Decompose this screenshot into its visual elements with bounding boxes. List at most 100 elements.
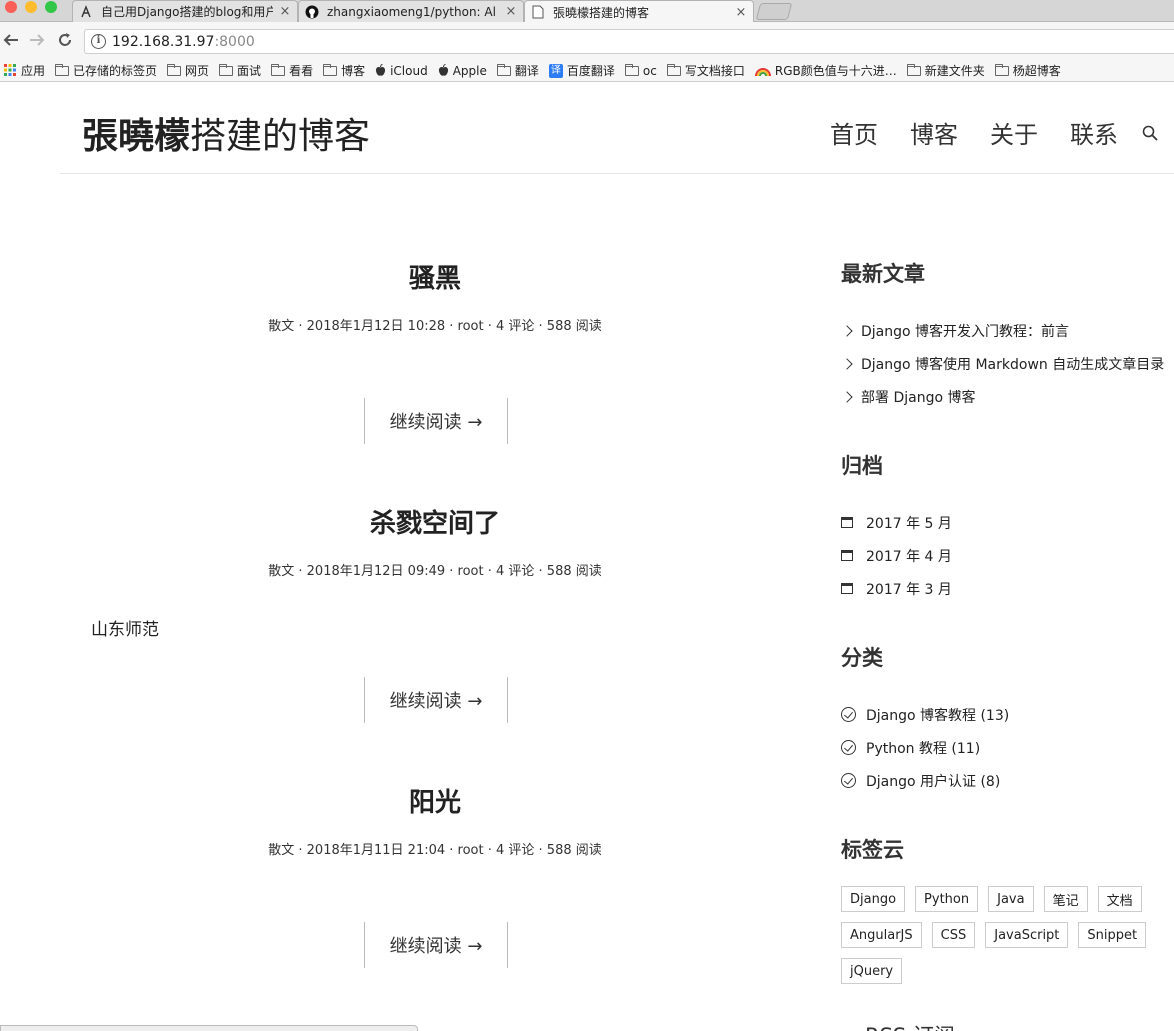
post-title[interactable]: 阳光 [90,782,780,819]
tag-item[interactable]: 文档 [1097,886,1142,912]
archive-link[interactable]: 2017 年 3 月 [866,579,952,599]
bookmark-item[interactable]: oc [624,63,657,78]
tab-github[interactable]: zhangxiaomeng1/python: Al × [298,0,524,22]
address-host: 192.168.31.97 [112,33,215,50]
recent-post-item[interactable]: 部署 Django 博客 [841,380,1171,413]
bookmark-item[interactable]: 网页 [167,62,209,79]
rss-title[interactable]: RSS 订阅 [865,1020,955,1031]
recent-post-link[interactable]: Django 博客使用 Markdown 自动生成文章目录 [861,354,1164,374]
tag-item[interactable]: CSS [931,922,976,948]
category-item[interactable]: Django 用户认证 (8) [841,764,1171,797]
bookmark-item[interactable]: 写文档接口 [666,62,745,79]
post-title[interactable]: 杀戮空间了 [90,503,780,540]
tag-item[interactable]: JavaScript [985,922,1069,948]
tab-title: 張曉檬搭建的博客 [553,5,650,20]
folder-icon [666,63,681,76]
close-tab-icon[interactable]: × [735,5,747,20]
nav-about[interactable]: 关于 [990,115,1038,150]
post-meta: 散文 · 2018年1月12日 10:28 · root · 4 评论 · 58… [268,319,602,334]
close-window-button[interactable] [5,1,17,13]
bookmark-item[interactable]: iCloud [375,64,428,78]
page-icon [531,5,545,19]
read-more-button[interactable]: 继续阅读 → [364,922,508,968]
bookmark-item[interactable]: 译百度翻译 [548,62,615,79]
read-more-button[interactable]: 继续阅读 → [364,677,508,723]
folder-icon [323,63,338,76]
nav-home[interactable]: 首页 [830,115,878,150]
bookmark-item[interactable]: 已存储的标签页 [55,62,157,79]
tab-title: 自己用Django搭建的blog和用户 [101,5,273,19]
tab-zhangxiaomeng-blog[interactable]: 張曉檬搭建的博客 × [524,0,754,23]
bookmark-item[interactable]: 应用 [4,62,45,79]
bookmark-item[interactable]: RGB颜色值与十六进… [754,62,897,79]
bookmark-item[interactable]: 翻译 [496,62,539,79]
address-bar[interactable]: i 192.168.31.97:8000 [84,29,1174,54]
close-tab-icon[interactable]: × [505,4,517,19]
reload-icon[interactable] [56,31,74,54]
recent-post-item[interactable]: Django 博客使用 Markdown 自动生成文章目录 [841,347,1171,380]
bookmark-item[interactable]: 新建文件夹 [906,62,985,79]
bookmark-label: oc [642,63,657,78]
category-link[interactable]: Django 用户认证 (8) [866,771,1000,791]
tag-item[interactable]: Snippet [1078,922,1147,948]
forward-arrow-icon[interactable] [28,31,46,54]
recent-post-item[interactable]: Django 博客开发入门教程：前言 [841,314,1171,347]
search-icon[interactable] [1142,125,1158,141]
site-logo[interactable]: 張曉檬搭建的博客 [82,107,370,159]
tag-item[interactable]: Java [988,886,1034,912]
tag-item[interactable]: jQuery [841,958,903,984]
new-tab-button[interactable] [755,3,793,20]
apple-icon [375,64,386,77]
recent-posts-list: Django 博客开发入门教程：前言 Django 博客使用 Markdown … [841,314,1171,413]
archive-link[interactable]: 2017 年 5 月 [866,513,952,533]
bookmark-label: 百度翻译 [566,64,615,78]
category-link[interactable]: Django 博客教程 (13) [866,705,1009,725]
nav-blog[interactable]: 博客 [910,115,958,150]
tag-cloud: Django Python Java 笔记 文档 AngularJS CSS J… [841,886,1161,994]
info-icon[interactable]: i [91,34,106,49]
bookmark-label: 新建文件夹 [924,64,985,78]
bookmark-item[interactable]: 面试 [219,62,261,79]
translate-icon: 译 [548,63,563,78]
archive-item[interactable]: 2017 年 4 月 [841,539,1171,572]
category-link[interactable]: Python 教程 (11) [866,738,980,758]
post-title[interactable]: 骚黑 [90,258,780,295]
bookmark-item[interactable]: 看看 [271,62,313,79]
bookmark-label: 写文档接口 [684,64,745,78]
post-meta: 散文 · 2018年1月11日 21:04 · root · 4 评论 · 58… [268,843,602,858]
weibo-like-icon [79,4,93,19]
post-meta: 散文 · 2018年1月12日 09:49 · root · 4 评论 · 58… [268,564,602,579]
folder-icon [906,63,921,76]
bookmark-item[interactable]: 博客 [323,62,365,79]
sidebar-categories: 分类 Django 博客教程 (13) Python 教程 (11) Djang… [841,642,1171,797]
close-tab-icon[interactable]: × [279,4,291,19]
zoom-window-button[interactable] [45,1,57,13]
apple-icon [438,64,449,77]
bookmark-item[interactable]: Apple [438,64,487,78]
chevron-right-icon [841,390,853,403]
nav-contact[interactable]: 联系 [1070,115,1118,150]
back-arrow-icon[interactable] [2,31,20,54]
bookmark-label: 面试 [237,64,262,78]
category-item[interactable]: Django 博客教程 (13) [841,698,1171,731]
tab-django-blog[interactable]: 自己用Django搭建的blog和用户 × [72,0,298,22]
post-article: 骚黑 散文 · 2018年1月12日 10:28 · root · 4 评论 ·… [90,258,780,334]
recent-post-link[interactable]: 部署 Django 博客 [861,387,975,407]
bookmark-item[interactable]: 杨超博客 [994,62,1061,79]
bookmarks-bar: 应用 已存储的标签页 网页 面试 看看 博客 iCloud Apple 翻译译百度翻译 oc 写文档… [0,60,1174,82]
tag-item[interactable]: 笔记 [1043,886,1088,912]
minimize-window-button[interactable] [25,1,37,13]
category-item[interactable]: Python 教程 (11) [841,731,1171,764]
recent-post-link[interactable]: Django 博客开发入门教程：前言 [861,321,1069,341]
read-more-button[interactable]: 继续阅读 → [364,398,508,444]
archive-item[interactable]: 2017 年 5 月 [841,506,1171,539]
tag-item[interactable]: Django [841,886,906,912]
widget-title-archive: 归档 [841,454,883,478]
check-circle-icon [841,740,856,755]
archive-item[interactable]: 2017 年 3 月 [841,572,1171,605]
tag-item[interactable]: AngularJS [841,922,922,948]
chevron-right-icon [841,324,853,337]
archive-link[interactable]: 2017 年 4 月 [866,546,952,566]
bookmark-label: 杨超博客 [1012,64,1061,78]
tag-item[interactable]: Python [915,886,979,912]
